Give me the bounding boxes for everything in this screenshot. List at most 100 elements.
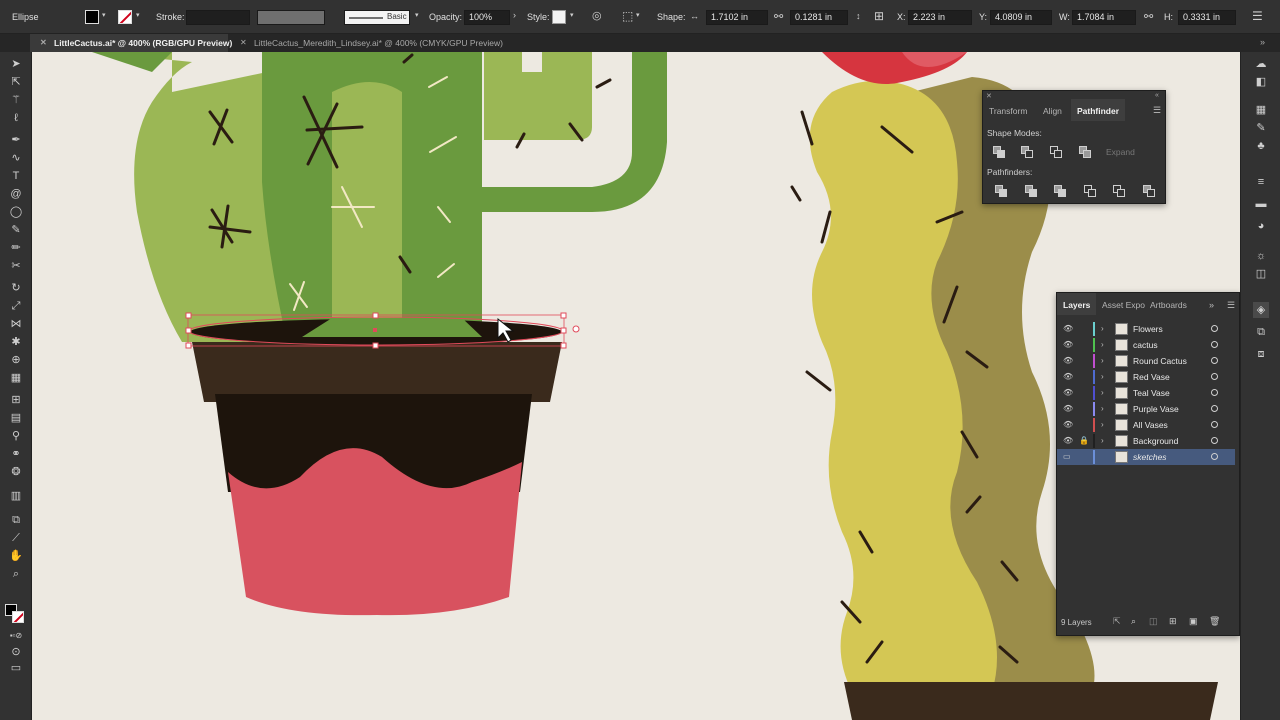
variable-width-field[interactable] xyxy=(257,10,325,25)
expand-chevron-icon[interactable]: › xyxy=(1101,372,1104,381)
unite-icon[interactable] xyxy=(993,146,1005,158)
screen-mode-icon[interactable]: ▭ xyxy=(8,660,24,676)
ellipse-icon[interactable]: ◯ xyxy=(8,204,24,220)
expand-chevron-icon[interactable]: › xyxy=(1101,340,1104,349)
tab-transform[interactable]: Transform xyxy=(989,99,1027,121)
stroke-dropdown-icon[interactable]: ▾ xyxy=(136,11,140,19)
divide-icon[interactable] xyxy=(995,185,1007,197)
layer-name[interactable]: cactus xyxy=(1133,340,1158,350)
collect-export-icon[interactable]: ⇱ xyxy=(1113,616,1121,627)
layer-row[interactable]: 👁 › Teal Vase xyxy=(1057,385,1235,401)
trim-icon[interactable] xyxy=(1025,185,1037,197)
target-circle-icon[interactable] xyxy=(1211,357,1218,364)
fill-swatch[interactable] xyxy=(85,10,99,24)
tab-littlecactus-meredith[interactable]: ✕ LittleCactus_Meredith_Lindsey.ai* @ 40… xyxy=(230,34,512,52)
layer-row[interactable]: 👁 › Red Vase xyxy=(1057,369,1235,385)
spiral-icon[interactable]: @ xyxy=(8,186,24,202)
opacity-expand-icon[interactable]: › xyxy=(513,10,516,20)
brush-dropdown-icon[interactable]: ▾ xyxy=(415,11,419,19)
lock-icon[interactable]: 🔒 xyxy=(1079,436,1089,445)
align-dropdown-icon[interactable]: ▾ xyxy=(636,11,640,19)
layer-row[interactable]: 👁 › Purple Vase xyxy=(1057,401,1235,417)
target-circle-icon[interactable] xyxy=(1211,341,1218,348)
pencil-icon[interactable]: ✏ xyxy=(8,240,24,256)
appearance-icon[interactable]: ☼ xyxy=(1253,248,1269,264)
stroke-swatch[interactable] xyxy=(118,10,132,24)
graphic-styles-icon[interactable]: ◫ xyxy=(1253,266,1269,282)
minus-back-icon[interactable] xyxy=(1143,185,1155,197)
visibility-eye-icon[interactable]: 👁 xyxy=(1063,404,1073,413)
reference-point-icon[interactable]: ⊞ xyxy=(874,9,884,23)
x-field[interactable]: 2.223 in xyxy=(908,10,972,25)
target-circle-icon[interactable] xyxy=(1211,437,1218,444)
transparency-icon[interactable]: ◕ xyxy=(1253,218,1269,234)
artboard-icon[interactable]: ⧉ xyxy=(8,512,24,528)
layers-icon[interactable]: ◈ xyxy=(1253,302,1269,318)
expand-button[interactable]: Expand xyxy=(1106,147,1135,157)
visibility-eye-icon[interactable]: 👁 xyxy=(1063,324,1073,333)
target-circle-icon[interactable] xyxy=(1211,453,1218,460)
draw-mode-icon[interactable]: ⊙ xyxy=(8,644,24,660)
visibility-eye-icon[interactable]: 👁 xyxy=(1063,388,1073,397)
stroke-weight-field[interactable] xyxy=(186,10,250,25)
brush-definition-field[interactable]: Basic xyxy=(344,10,410,25)
cc-libraries-icon[interactable]: ☁ xyxy=(1253,56,1269,72)
expand-chevron-icon[interactable]: › xyxy=(1101,420,1104,429)
expand-chevron-icon[interactable]: › xyxy=(1101,436,1104,445)
layer-row[interactable]: ▭ sketches xyxy=(1057,449,1235,465)
expand-chevron-icon[interactable]: › xyxy=(1101,388,1104,397)
y-field[interactable]: 4.0809 in xyxy=(990,10,1052,25)
fill-dropdown-icon[interactable]: ▾ xyxy=(102,11,106,19)
constrain-proportions-icon[interactable]: ⚯ xyxy=(774,10,783,23)
pen-icon[interactable]: ✒ xyxy=(8,132,24,148)
graphic-style-swatch[interactable] xyxy=(552,10,566,24)
target-circle-icon[interactable] xyxy=(1211,325,1218,332)
target-circle-icon[interactable] xyxy=(1211,389,1218,396)
shape-width-field[interactable]: 1.7102 in xyxy=(706,10,768,25)
close-tab-icon[interactable]: ✕ xyxy=(40,38,47,47)
panel-menu-icon[interactable]: ☰ xyxy=(1153,105,1161,116)
paintbrush-icon[interactable]: ✎ xyxy=(8,222,24,238)
swatches-icon[interactable]: ▦ xyxy=(1253,102,1269,118)
links-icon[interactable]: ⧈ xyxy=(1253,346,1269,362)
visibility-eye-icon[interactable]: 👁 xyxy=(1063,356,1073,365)
crop-icon[interactable] xyxy=(1084,185,1096,197)
visibility-eye-icon[interactable]: ▭ xyxy=(1063,452,1071,461)
align-options-icon[interactable]: ⬚ xyxy=(622,9,633,23)
outline-icon[interactable] xyxy=(1113,185,1125,197)
magic-wand-icon[interactable]: ⚚ xyxy=(8,92,24,108)
tab-align[interactable]: Align xyxy=(1043,99,1062,121)
expand-chevron-icon[interactable]: › xyxy=(1101,324,1104,333)
link-wh-icon[interactable]: ⚯ xyxy=(1144,10,1153,23)
curvature-icon[interactable]: ∿ xyxy=(8,150,24,166)
recolor-artwork-icon[interactable]: ◎ xyxy=(592,9,602,22)
scale-icon[interactable]: ⤢ xyxy=(8,298,24,314)
stroke-icon[interactable]: ≡ xyxy=(1253,174,1269,190)
type-icon[interactable]: T xyxy=(8,168,24,184)
intersect-icon[interactable] xyxy=(1050,146,1062,158)
selection-icon[interactable]: ➤ xyxy=(8,56,24,72)
symbols-icon[interactable]: ♣ xyxy=(1253,138,1269,154)
layer-name[interactable]: Background xyxy=(1133,436,1178,446)
panel-menu-icon[interactable]: ☰ xyxy=(1227,300,1235,311)
layer-row[interactable]: 👁 🔒 › Background xyxy=(1057,433,1235,449)
slice-icon[interactable]: ⟋ xyxy=(8,530,24,546)
visibility-eye-icon[interactable]: 👁 xyxy=(1063,436,1073,445)
minus-front-icon[interactable] xyxy=(1021,146,1033,158)
layer-name[interactable]: Flowers xyxy=(1133,324,1163,334)
graph-icon[interactable]: ▥ xyxy=(8,488,24,504)
perspective-icon[interactable]: ▦ xyxy=(8,370,24,386)
layer-name[interactable]: Red Vase xyxy=(1133,372,1170,382)
target-circle-icon[interactable] xyxy=(1211,405,1218,412)
make-clipping-mask-icon[interactable]: ◫ xyxy=(1149,616,1158,627)
properties-icon[interactable]: ◧ xyxy=(1253,74,1269,90)
artboards-icon[interactable]: ⧉ xyxy=(1253,324,1269,340)
puppet-warp-icon[interactable]: ✱ xyxy=(8,334,24,350)
brushes-icon[interactable]: ✎ xyxy=(1253,120,1269,136)
direct-selection-icon[interactable]: ⇱ xyxy=(8,74,24,90)
locate-object-icon[interactable]: ⌕ xyxy=(1131,616,1136,627)
w-field[interactable]: 1.7084 in xyxy=(1072,10,1136,25)
width-icon[interactable]: ⋈ xyxy=(8,316,24,332)
eyedropper-icon[interactable]: ⚲ xyxy=(8,428,24,444)
stroke-color-icon[interactable] xyxy=(12,611,24,623)
